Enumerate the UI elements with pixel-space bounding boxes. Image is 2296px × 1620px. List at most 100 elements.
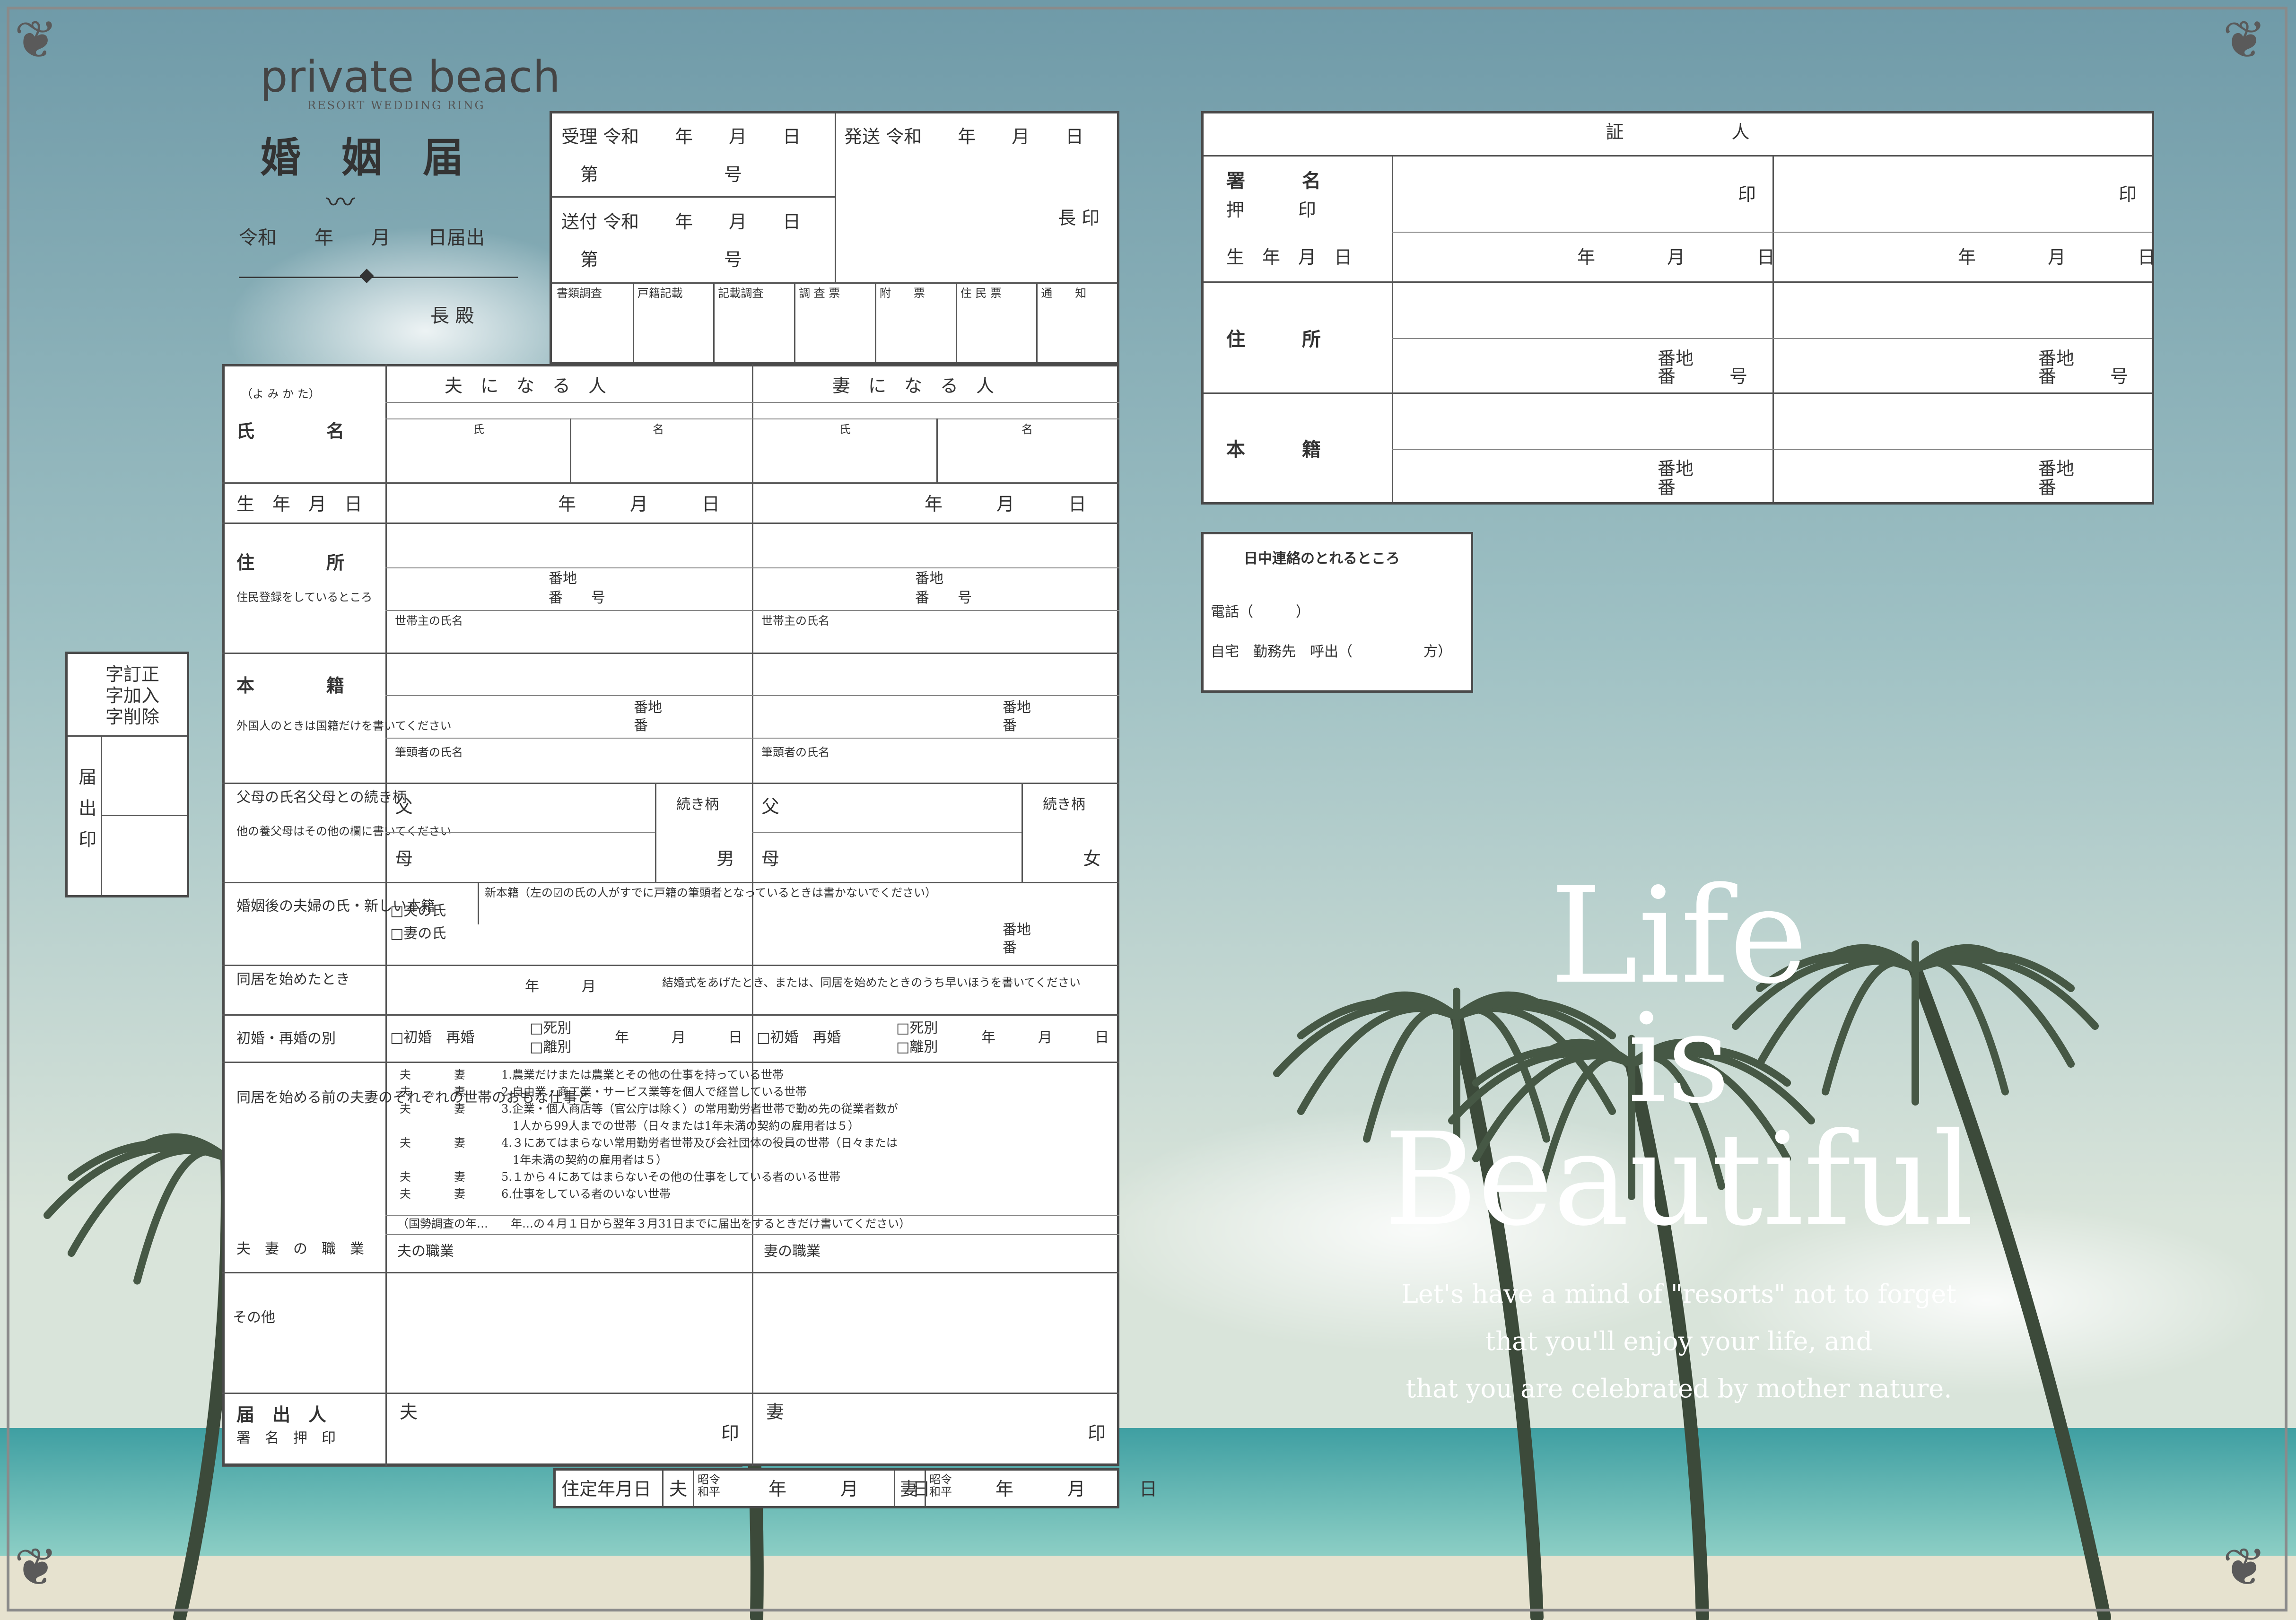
job-option: 3.企業・個人商店等（官公庁は除く）の常用勤労者世帯で勤め先の従業者数が (501, 1102, 898, 1115)
form-text: 本 籍 (236, 675, 345, 696)
form-text: □離別 (530, 1039, 572, 1055)
divider (1036, 282, 1038, 362)
job-option: 4.３にあてはまらない常用勤労者世帯及び会社団体の役員の世帯（日々または (501, 1136, 898, 1150)
form-text: 結婚式をあげたとき、または、同居を始めたときのうち早いほうを書いてください (662, 976, 1081, 989)
form-text: 他の養父母はその他の欄に書いてください (236, 825, 452, 838)
form-text: 父 (395, 796, 413, 817)
form-text: 筆頭者の氏名 (761, 746, 829, 759)
page-title: 婚 姻 届 (260, 134, 463, 182)
job-option: 6.仕事をしている者のいない世帯 (501, 1187, 671, 1201)
form-text: 年 月 日 (925, 494, 1087, 514)
correction-box: 字訂正 字加入 字削除 届出印 (65, 652, 189, 897)
divider (222, 1393, 1119, 1394)
form-text: 番 (1003, 717, 1017, 734)
form-text: 番地 (1003, 699, 1031, 716)
form-text: 世帯主の氏名 (395, 614, 463, 627)
form-text: 筆頭者の氏名 (395, 746, 463, 759)
form-text: 続き柄 (676, 796, 719, 813)
form-text: 住 所 (236, 552, 345, 573)
divider (222, 1014, 1119, 1016)
divider (385, 695, 1119, 696)
form-text: 住民登録をしているところ (236, 591, 373, 604)
slogan-sub-1: Let's have a mind of "resorts" not to fo… (1401, 1279, 1956, 1309)
divider (385, 418, 1119, 419)
job-option: 1.農業だけまたは農業とその他の仕事を持っている世帯 (501, 1068, 784, 1081)
form-text: 番地 (634, 699, 662, 716)
job-option: 1人から99人までの世帯（日々または1年未満の契約の雇用者は５） (501, 1119, 860, 1132)
job-option: 2.自由業・商工業・サービス業等を個人で経営している世帯 (501, 1085, 807, 1098)
form-text: □妻の氏 (390, 925, 446, 942)
office-check-label: 附 票 (879, 287, 925, 300)
form-text: 世帯主の氏名 (761, 614, 829, 627)
divider (385, 832, 655, 833)
office-check-label: 調 査 票 (799, 287, 840, 300)
divider (570, 418, 571, 482)
divider (794, 282, 796, 362)
slogan-sub-2: that you'll enjoy your life, and (1485, 1326, 1873, 1356)
divider (222, 882, 1119, 883)
office-check-label: 通 知 (1041, 287, 1087, 300)
job-option: 1年未満の契約の雇用者は５） (501, 1153, 668, 1167)
slogan-life: Life (1550, 859, 1808, 1013)
divider (385, 402, 1119, 403)
addressee: 長 殿 (430, 305, 474, 327)
form-text: 氏 名 (236, 420, 345, 442)
form-text: □初婚 再婚 (390, 1029, 475, 1046)
filing-date: 令和 年 月 日届出 (239, 227, 485, 249)
form-text: 名 (653, 423, 664, 436)
divider (1021, 783, 1023, 882)
corner-ornament-icon: ❦ (14, 9, 58, 70)
checkbox-husband: 夫 (400, 1170, 411, 1184)
divider (752, 832, 1021, 833)
checkbox-wife: 妻 (454, 1085, 465, 1098)
form-text: 男 (716, 848, 735, 869)
divider (385, 567, 1119, 568)
form-text: 母 (395, 848, 413, 869)
form-text: その他 (233, 1309, 275, 1326)
form-text: 番 号 (549, 590, 605, 606)
divider (239, 277, 518, 278)
checkbox-husband: 夫 (400, 1187, 411, 1201)
brand-logo: private beach (260, 52, 560, 102)
form-text: 番 (634, 717, 648, 734)
form-text: 氏 (839, 423, 851, 436)
corner-ornament-icon: ❦ (2223, 9, 2267, 70)
form-text: 新本籍（左の☑の氏の人がすでに戸籍の筆頭者となっているときは書かないでください） (485, 886, 937, 899)
form-text: □初婚 再婚 (757, 1029, 841, 1046)
office-box: 受理 令和 年 月 日 第 号 発送 令和 年 月 日 送付 令和 年 月 日 … (550, 111, 1119, 364)
form-text: 年 月 (525, 978, 596, 995)
form-text: 女 (1083, 848, 1101, 869)
divider (752, 364, 753, 1272)
office-check-label: 住 民 票 (960, 287, 1002, 300)
divider (955, 282, 957, 362)
checkbox-wife: 妻 (454, 1170, 465, 1184)
form-text: 父 (761, 796, 780, 817)
slogan-is: is (1627, 988, 1730, 1131)
office-check-label: 戸籍記載 (637, 287, 683, 300)
divider (385, 738, 1119, 739)
form-text: 署 名 押 印 (236, 1430, 336, 1446)
divider (752, 1272, 753, 1466)
form-text: 夫の職業 (397, 1243, 454, 1260)
divider (478, 882, 479, 924)
checkbox-husband: 夫 (400, 1102, 411, 1115)
divider (222, 1062, 1119, 1063)
checkbox-husband: 夫 (400, 1085, 411, 1098)
form-text: 印 (721, 1423, 740, 1444)
divider (385, 1234, 1119, 1235)
form-text: □死別 (896, 1020, 938, 1036)
form-text: 年 月 日 (558, 494, 720, 514)
office-check-label: 書類調査 (557, 287, 602, 300)
form-text: 届 出 人 (236, 1404, 327, 1425)
divider (874, 282, 876, 362)
form-text: 同居を始めたとき (236, 971, 350, 988)
form-text: （国勢調査の年… 年…の４月１日から翌年３月31日までに届出をするときだけ書いて… (397, 1217, 911, 1230)
form-text: 番地 (1003, 922, 1031, 938)
job-option: 5.１から４にあてはまらないその他の仕事をしている者のいる世帯 (501, 1170, 841, 1184)
divider (936, 418, 938, 482)
form-text: □夫の氏 (390, 903, 446, 919)
form-text: 母 (761, 848, 780, 869)
form-text: 生 年 月 日 (236, 494, 363, 514)
contact-box: 日中連絡のとれるところ 電話（ ） 自宅 勤務先 呼出（ 方） (1201, 532, 1473, 693)
divider (222, 965, 1119, 966)
